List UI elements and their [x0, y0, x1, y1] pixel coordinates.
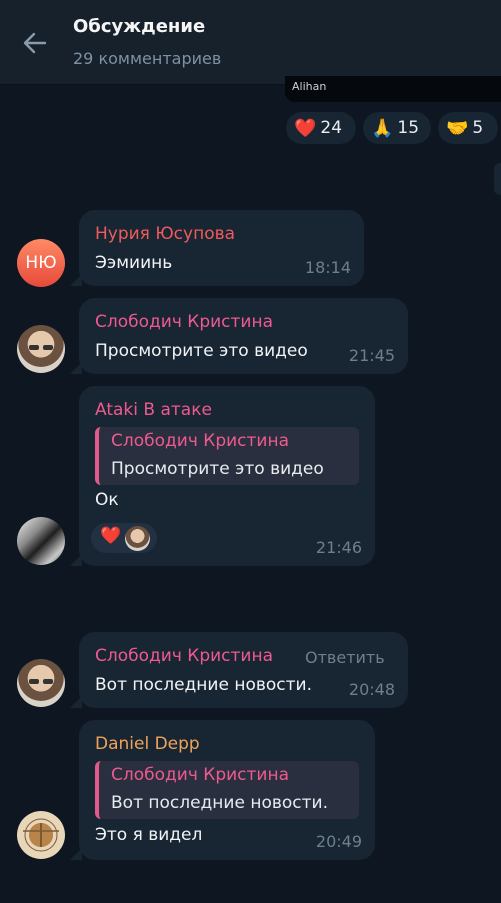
message-text: Это я видел	[95, 825, 203, 845]
person-photo-icon	[29, 679, 53, 684]
avatar[interactable]	[17, 811, 65, 859]
bubble-tail	[70, 696, 82, 708]
comment-count: 29 комментариев	[73, 49, 222, 68]
heart-icon: ❤️	[100, 526, 122, 546]
heart-icon: ❤️	[294, 117, 317, 139]
reaction-folded-hands[interactable]: 🙏 15	[363, 112, 431, 144]
back-button[interactable]	[20, 28, 50, 58]
reply-quote[interactable]: Слободич Кристина Просмотрите это видео	[95, 427, 359, 485]
author-name[interactable]: Слободич Кристина	[95, 312, 273, 332]
avatar[interactable]	[17, 517, 65, 565]
message-time: 20:48	[348, 680, 395, 699]
reaction-handshake[interactable]: 🤝 5	[438, 112, 498, 144]
author-name[interactable]: Daniel Depp	[95, 734, 200, 754]
message-time: 21:46	[315, 538, 362, 557]
reply-author: Слободич Кристина	[111, 431, 290, 451]
avatar[interactable]: НЮ	[17, 239, 65, 287]
message-bubble[interactable]: Слободич Кристина Просмотрите это видео …	[70, 298, 408, 374]
avatar-initials: НЮ	[25, 253, 57, 273]
reactor-avatar	[125, 526, 150, 551]
arrow-left-icon	[23, 32, 47, 54]
message-time: 20:49	[315, 832, 362, 851]
reaction-count: 5	[472, 118, 484, 138]
reply-text: Вот последние новости.	[111, 793, 328, 813]
header-bar: Обсуждение 29 комментариев	[0, 0, 501, 85]
message-bubble[interactable]: Daniel Depp Слободич Кристина Вот послед…	[70, 720, 375, 860]
message-time: 18:14	[304, 258, 351, 277]
message-bubble[interactable]: Ataki В атаке Слободич Кристина Просмотр…	[70, 386, 375, 566]
bubble-tail	[70, 848, 82, 860]
reply-text: Просмотрите это видео	[111, 459, 324, 479]
avatar[interactable]	[17, 325, 65, 373]
reaction-count: 24	[320, 118, 343, 138]
message-text: Ок	[95, 490, 119, 510]
reply-author: Слободич Кристина	[111, 765, 290, 785]
person-photo-icon	[29, 345, 53, 350]
message-bubble[interactable]: Слободич Кристина Ответить Вот последние…	[70, 632, 408, 708]
message-text: Вот последние новости.	[95, 675, 312, 695]
reply-button[interactable]: Ответить	[305, 648, 385, 667]
page-title: Обсуждение	[73, 16, 206, 37]
bubble-tail	[70, 274, 82, 286]
handshake-icon: 🤝	[446, 117, 469, 139]
author-name[interactable]: Слободич Кристина	[95, 646, 273, 666]
author-name[interactable]: Нурия Юсупова	[95, 224, 235, 244]
reaction-heart[interactable]: ❤️ 24	[286, 112, 356, 144]
folded-hands-icon: 🙏	[371, 117, 394, 139]
bubble-tail	[70, 362, 82, 374]
post-media[interactable]: Alihan	[285, 76, 501, 102]
bubble-tail	[70, 554, 82, 566]
reaction-count: 15	[397, 118, 420, 138]
media-caption: Alihan	[292, 80, 327, 93]
message-text: Ээмиинь	[95, 253, 173, 273]
add-reaction-button[interactable]	[494, 163, 501, 195]
message-bubble[interactable]: Нурия Юсупова Ээмиинь 18:14	[70, 210, 364, 286]
vitruvian-man-icon	[23, 818, 59, 852]
message-text: Просмотрите это видео	[95, 341, 308, 361]
author-name[interactable]: Ataki В атаке	[95, 400, 212, 420]
message-reaction[interactable]: ❤️	[91, 523, 157, 553]
avatar[interactable]	[17, 659, 65, 707]
reply-quote[interactable]: Слободич Кристина Вот последние новости.	[95, 761, 359, 819]
message-time: 21:45	[348, 346, 395, 365]
